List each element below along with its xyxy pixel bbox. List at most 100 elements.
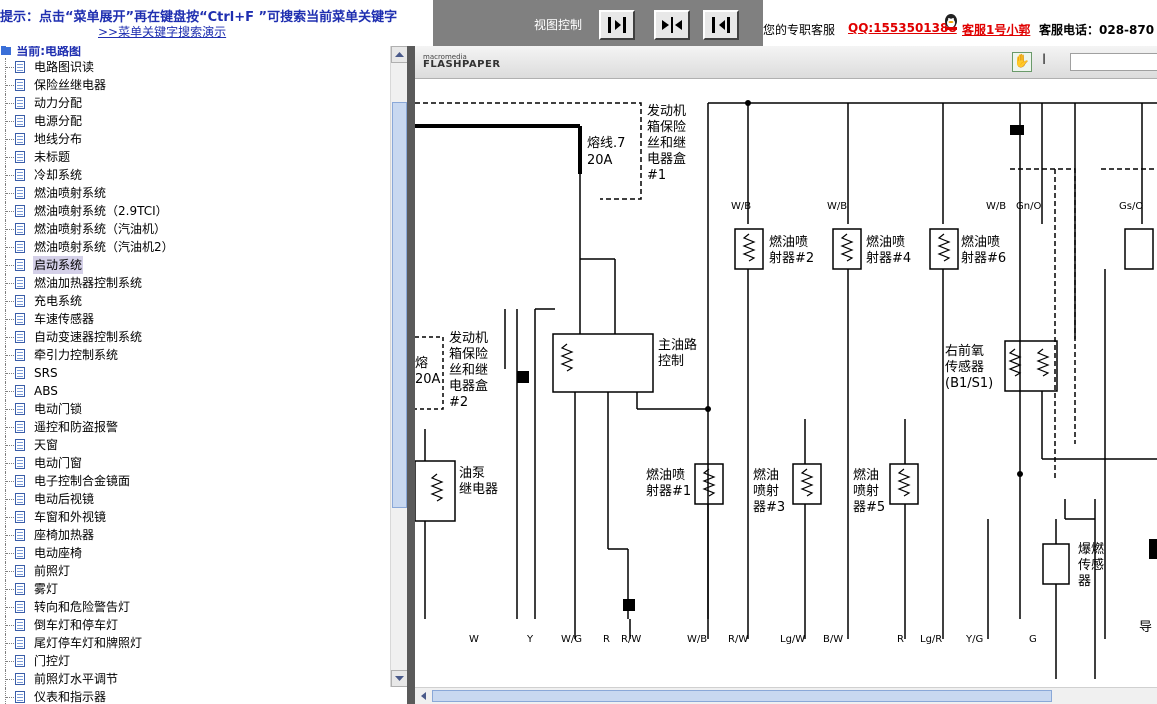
tree-item-label: 电路图识读 — [34, 60, 95, 74]
split-view-icon — [662, 17, 682, 33]
tree-item[interactable]: 燃油加热器控制系统 — [0, 274, 390, 292]
tree-item[interactable]: 天窗 — [0, 436, 390, 454]
qq-penguin-icon[interactable] — [942, 13, 960, 31]
text-select-icon[interactable]: I — [1042, 52, 1046, 68]
document-icon — [15, 115, 25, 127]
tree-item[interactable]: 电动座椅 — [0, 544, 390, 562]
viewer-search-input[interactable] — [1070, 53, 1157, 71]
document-icon — [15, 205, 25, 217]
chevron-left-icon[interactable] — [418, 689, 430, 703]
tree-item[interactable]: 电源分配 — [0, 112, 390, 130]
tree-item-label: 电动座椅 — [34, 546, 83, 560]
tree-item[interactable]: SRS — [0, 364, 390, 382]
customer-service-name-link[interactable]: 客服1号小郭 — [962, 21, 1030, 38]
menu-tree-panel: 当前:电路图 电路图识读 保险丝继电器 动力分配 电源分配 地线分布 未标题 冷却系统 燃油喷… — [0, 46, 407, 704]
wire-code-top-5: Gs/O — [1119, 201, 1143, 212]
tree-item-label: 地线分布 — [34, 132, 83, 146]
tree-item-label: 保险丝继电器 — [34, 78, 107, 92]
tree-item-label: 车窗和外视镜 — [34, 510, 107, 524]
tree-list: 电路图识读 保险丝继电器 动力分配 电源分配 地线分布 未标题 冷却系统 燃油喷射系统 燃油喷射… — [0, 58, 390, 704]
tree-scroll-thumb[interactable] — [392, 102, 407, 508]
hand-tool-icon[interactable]: ✋ — [1012, 52, 1032, 72]
tree-item-label: 座椅加热器 — [34, 528, 95, 542]
tree-item[interactable]: 冷却系统 — [0, 166, 390, 184]
tree-item[interactable]: 车窗和外视镜 — [0, 508, 390, 526]
wiring-diagram: 发动机箱保险丝和继电器盒#1 熔线.7 20A 发动机箱保险丝和继电器盒#2 熔2… — [415, 100, 1157, 679]
tree-item[interactable]: 电子控制合金镜面 — [0, 472, 390, 490]
tree-root[interactable]: 当前:电路图 — [0, 46, 81, 58]
fuse-left-label: 熔 20A — [415, 356, 441, 387]
qq-number-link[interactable]: QQ:1553501388 — [848, 21, 957, 35]
tree-item-label: 动力分配 — [34, 96, 83, 110]
tree-item[interactable]: 座椅加热器 — [0, 526, 390, 544]
tree-item[interactable]: 启动系统 — [0, 256, 390, 274]
wire-code-8: Lg/W — [780, 634, 805, 645]
pump-relay-label: 油泵继电器 — [459, 466, 498, 497]
search-demo-link[interactable]: >>菜单关键字搜索演示 — [98, 23, 226, 40]
split-view-button[interactable] — [654, 10, 690, 40]
view-control-label: 视图控制 — [534, 18, 583, 32]
document-icon — [15, 493, 25, 505]
wire-code-5: R/W — [621, 634, 641, 645]
tree-item[interactable]: 保险丝继电器 — [0, 76, 390, 94]
panel-splitter[interactable] — [407, 46, 415, 704]
injector-2-label: 燃油喷射器#2 — [769, 234, 814, 266]
tree-item[interactable]: 前照灯 — [0, 562, 390, 580]
viewer-h-scroll-thumb[interactable] — [432, 690, 1052, 702]
tree-item-label: 仪表和指示器 — [34, 690, 107, 704]
tree-item[interactable]: 倒车灯和停车灯 — [0, 616, 390, 634]
tree-item[interactable]: 前照灯水平调节 — [0, 670, 390, 688]
tree-item[interactable]: 充电系统 — [0, 292, 390, 310]
tree-item[interactable]: 燃油喷射系统 — [0, 184, 390, 202]
tree-item-label: 电源分配 — [34, 114, 83, 128]
tree-item[interactable]: 动力分配 — [0, 94, 390, 112]
tree-item-label: 燃油喷射系统（2.9TCI） — [34, 204, 168, 218]
tree-vertical-scrollbar[interactable] — [390, 46, 408, 687]
tree-item[interactable]: 燃油喷射系统（汽油机） — [0, 220, 390, 238]
view-control-bar: 视图控制 — [433, 0, 763, 46]
wire-code-top-2: W/B — [827, 201, 847, 212]
scroll-up-button[interactable] — [391, 46, 408, 63]
tree-item[interactable]: 门控灯 — [0, 652, 390, 670]
tree-item[interactable]: 尾灯停车灯和牌照灯 — [0, 634, 390, 652]
wire-code-4: R — [603, 634, 610, 645]
viewer-horizontal-scrollbar[interactable] — [415, 687, 1157, 704]
tree-item[interactable]: 电路图识读 — [0, 58, 390, 76]
tree-item[interactable]: 雾灯 — [0, 580, 390, 598]
tree-item[interactable]: 仪表和指示器 — [0, 688, 390, 704]
tree-item[interactable]: 遥控和防盗报警 — [0, 418, 390, 436]
tree-item[interactable]: 自动变速器控制系统 — [0, 328, 390, 346]
tree-item-label: 燃油喷射系统（汽油机2） — [34, 240, 174, 254]
tree-item-label: 自动变速器控制系统 — [34, 330, 143, 344]
expand-right-button[interactable] — [599, 10, 635, 40]
tree-item-label: 燃油加热器控制系统 — [34, 276, 143, 290]
document-icon — [15, 313, 25, 325]
service-phone: 客服电话：028-870 — [1039, 23, 1155, 37]
tree-item[interactable]: 地线分布 — [0, 130, 390, 148]
document-icon — [15, 367, 25, 379]
chevron-up-icon — [395, 52, 404, 57]
tree-item[interactable]: 牵引力控制系统 — [0, 346, 390, 364]
scroll-down-button[interactable] — [391, 670, 408, 687]
tree-item[interactable]: 燃油喷射系统（2.9TCI） — [0, 202, 390, 220]
document-icon — [15, 565, 25, 577]
tree-item[interactable]: 电动门锁 — [0, 400, 390, 418]
tree-item[interactable]: 燃油喷射系统（汽油机2） — [0, 238, 390, 256]
logo-bottom-text: FLASHPAPER — [423, 59, 501, 70]
tree-item-label: 电动门锁 — [34, 402, 83, 416]
collapse-left-button[interactable] — [703, 10, 739, 40]
document-icon — [15, 61, 25, 73]
document-icon — [15, 133, 25, 145]
wire-code-top-1: W/B — [731, 201, 751, 212]
tree-item[interactable]: 车速传感器 — [0, 310, 390, 328]
tree-item[interactable]: 电动门窗 — [0, 454, 390, 472]
document-icon — [15, 295, 25, 307]
wire-code-7: R/W — [728, 634, 748, 645]
tree-item[interactable]: 转向和危险警告灯 — [0, 598, 390, 616]
tree-item[interactable]: ABS — [0, 382, 390, 400]
wire-code-1: W — [469, 634, 479, 645]
document-icon — [15, 673, 25, 685]
document-icon — [15, 583, 25, 595]
tree-item[interactable]: 未标题 — [0, 148, 390, 166]
tree-item[interactable]: 电动后视镜 — [0, 490, 390, 508]
